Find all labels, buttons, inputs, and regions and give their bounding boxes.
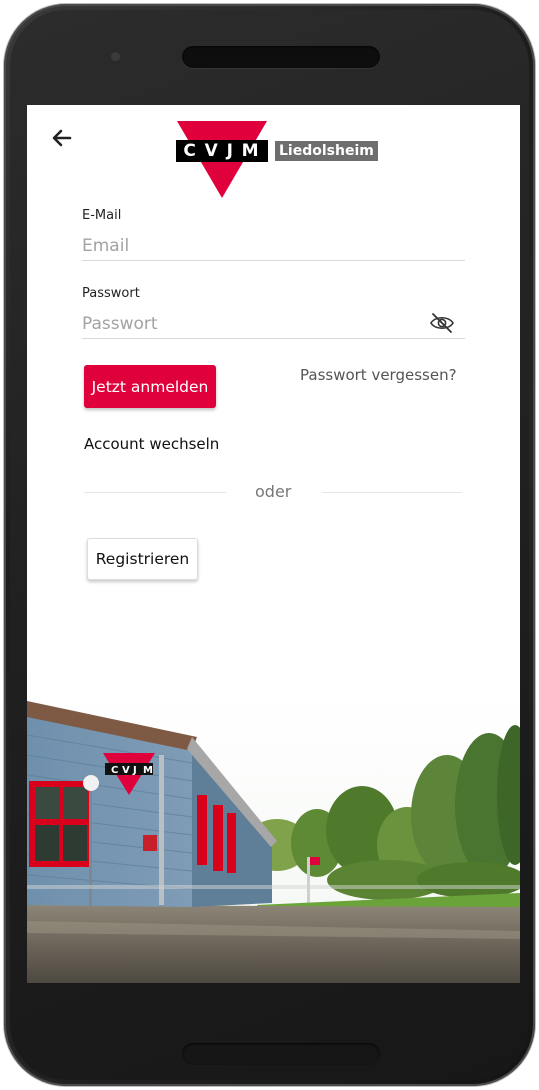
logo-subtitle: Liedolsheim	[275, 141, 378, 161]
email-label: E-Mail	[82, 208, 122, 223]
cvjm-logo: C V J M Liedolsheim	[175, 121, 378, 201]
front-camera	[111, 52, 120, 61]
toggle-password-visibility-button[interactable]	[429, 312, 455, 334]
logo-wordmark: C V J M	[176, 140, 268, 162]
building-photo: C V J M	[27, 695, 520, 983]
login-screen: C V J M Liedolsheim E-Mail Passwort Jetz…	[27, 105, 520, 983]
logo-letter: C	[183, 141, 198, 161]
divider-left	[84, 492, 226, 493]
logo-letter: V	[204, 141, 220, 161]
sign-letter: V	[122, 765, 130, 776]
logo-letter: M	[241, 141, 261, 161]
sign-letter: J	[132, 765, 137, 776]
register-button[interactable]: Registrieren	[87, 538, 198, 580]
sign-letter: M	[143, 765, 153, 776]
bottom-speaker	[182, 1043, 380, 1065]
back-button[interactable]	[49, 125, 75, 151]
password-field[interactable]	[82, 309, 465, 339]
password-label: Passwort	[82, 286, 140, 301]
earpiece-speaker	[182, 46, 380, 68]
divider-text: oder	[255, 482, 292, 501]
login-button[interactable]: Jetzt anmelden	[84, 365, 216, 408]
sign-letter: C	[111, 765, 118, 776]
logo-letter: J	[226, 141, 235, 161]
arrow-left-icon	[52, 129, 72, 147]
switch-account-link[interactable]: Account wechseln	[84, 435, 219, 453]
email-field[interactable]	[82, 231, 465, 261]
divider-right	[322, 492, 462, 493]
eye-off-icon	[430, 313, 454, 333]
forgot-password-link[interactable]: Passwort vergessen?	[300, 366, 457, 384]
